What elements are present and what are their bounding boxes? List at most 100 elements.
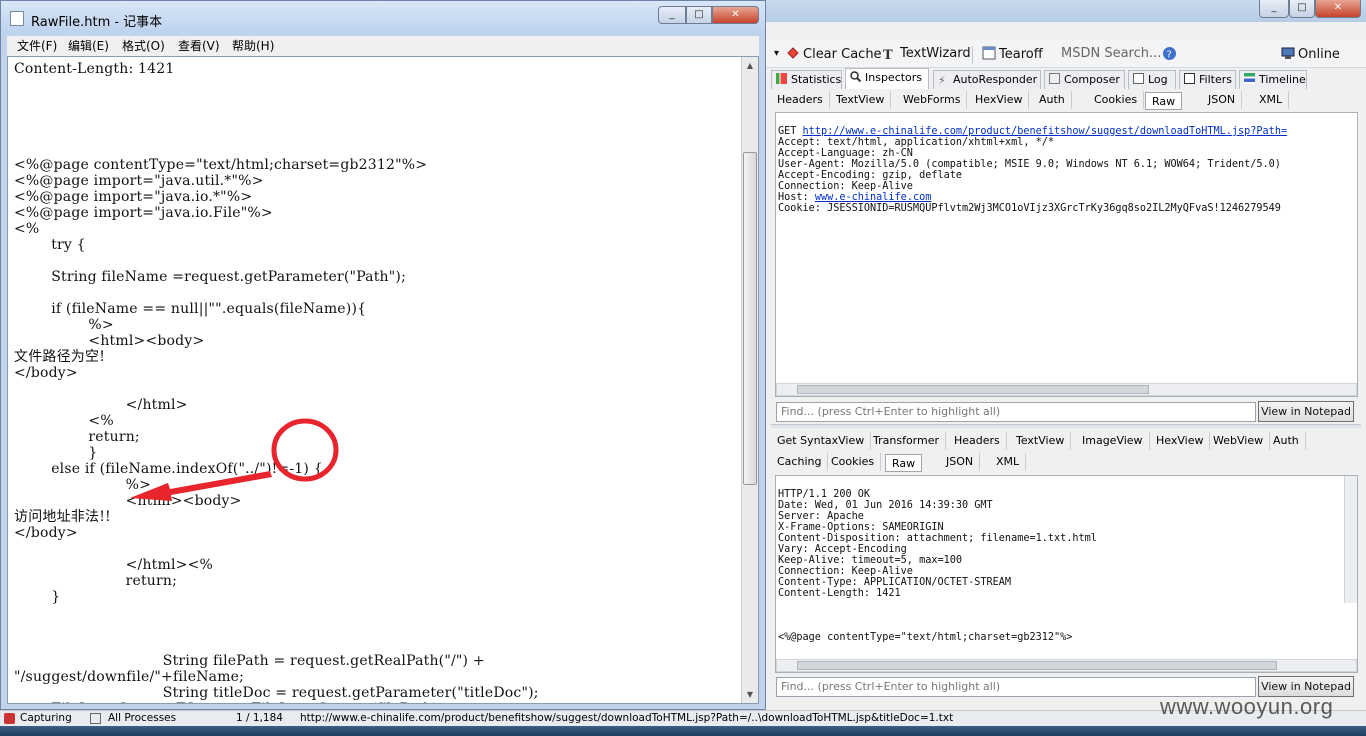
request-method: GET <box>778 126 803 137</box>
msdn-search-input[interactable]: MSDN Search... <box>1061 46 1161 64</box>
resp-tab-syntaxview[interactable]: Get SyntaxView <box>771 432 872 450</box>
tab-autoresponder[interactable]: ⚡ AutoResponder <box>933 70 1041 90</box>
resp-tab-imageview[interactable]: ImageView <box>1076 432 1150 450</box>
notepad-close-button[interactable]: ✕ <box>712 6 759 24</box>
request-find-input[interactable]: Find... (press Ctrl+Enter to highlight a… <box>776 402 1256 422</box>
tab-timeline[interactable]: Timeline <box>1239 70 1307 90</box>
capturing-icon[interactable] <box>4 713 15 724</box>
notepad-title: RawFile.htm - 记事本 <box>31 15 163 30</box>
resp-tab-caching[interactable]: Caching <box>771 453 829 471</box>
request-horizontal-scrollbar[interactable] <box>776 383 1357 396</box>
req-tab-webforms[interactable]: WebForms <box>897 91 968 109</box>
menu-format[interactable]: 格式(O) <box>122 39 165 53</box>
process-filter-icon <box>90 713 101 724</box>
online-indicator[interactable]: Online <box>1281 46 1340 64</box>
menu-edit[interactable]: 编辑(E) <box>68 39 109 53</box>
request-host-link[interactable]: www.e-chinalife.com <box>815 192 932 203</box>
tab-composer[interactable]: Composer <box>1044 70 1125 90</box>
req-tab-headers[interactable]: Headers <box>771 91 830 109</box>
req-tab-cookies[interactable]: Cookies <box>1088 91 1145 109</box>
request-header-line: Accept-Encoding: gzip, deflate <box>778 170 963 181</box>
req-tab-xml[interactable]: XML <box>1253 91 1290 109</box>
lightning-icon: ⚡ <box>938 74 946 87</box>
request-header-line: Accept: text/html, application/xhtml+xml… <box>778 137 1055 148</box>
tearoff-button[interactable]: Tearoff <box>982 46 1043 64</box>
resp-tab-raw[interactable]: Raw <box>885 454 923 472</box>
log-icon <box>1133 73 1144 84</box>
help-icon[interactable]: ? <box>1162 46 1177 64</box>
annotation-red-circle <box>271 418 339 482</box>
svg-text:?: ? <box>1167 50 1172 61</box>
session-count: 1 / 1,184 <box>236 712 283 724</box>
resp-tab-transformer[interactable]: Transformer <box>867 432 947 450</box>
textwizard-icon: T <box>883 48 893 63</box>
menu-view[interactable]: 查看(V) <box>178 39 220 53</box>
process-filter[interactable]: All Processes <box>108 711 176 726</box>
response-inspector-tabs-row1: Get SyntaxView Transformer Headers TextV… <box>771 430 1361 451</box>
request-host-label: Host: <box>778 192 815 203</box>
resp-tab-cookies[interactable]: Cookies <box>825 453 882 471</box>
capturing-status[interactable]: Capturing <box>20 711 72 726</box>
req-tab-auth[interactable]: Auth <box>1033 91 1072 109</box>
request-header-line: Accept-Language: zh-CN <box>778 148 913 159</box>
resp-tab-hexview[interactable]: HexView <box>1150 432 1211 450</box>
annotation-red-arrow <box>130 471 272 501</box>
clear-cache-button[interactable]: Clear Cache <box>786 46 882 64</box>
req-tab-raw[interactable]: Raw <box>1145 92 1183 110</box>
network-icon <box>1281 46 1295 60</box>
textwizard-button[interactable]: T TextWizard <box>883 46 971 64</box>
response-body-line: <%@page contentType="text/html;charset=g… <box>778 632 1073 643</box>
resp-tab-headers[interactable]: Headers <box>948 432 1007 450</box>
request-cookie-line: Cookie: JSESSIONID=RUSMQUPflvtm2Wj3MCO1o… <box>778 203 1281 214</box>
resp-tab-json[interactable]: JSON <box>940 453 981 471</box>
notepad-titlebar: RawFile.htm - 记事本 _ □ ✕ <box>1 1 765 34</box>
request-inspector-tabs: Headers TextView WebForms HexView Auth C… <box>771 89 1361 110</box>
request-url-link[interactable]: http://www.e-chinalife.com/product/benef… <box>803 126 1288 137</box>
toolbar-overflow-chevron-icon[interactable]: ▾ <box>774 46 779 64</box>
request-view-in-notepad-button[interactable]: View in Notepad <box>1258 401 1354 422</box>
fiddler-maximize-button[interactable]: □ <box>1289 0 1315 18</box>
request-scroll-thumb[interactable] <box>797 385 1149 394</box>
request-raw-pane[interactable]: GET http://www.e-chinalife.com/product/b… <box>775 112 1358 397</box>
response-horizontal-scrollbar[interactable] <box>776 659 1357 672</box>
fiddler-toolbar: ▾ Clear Cache T TextWizard Tearoff MSDN S… <box>765 40 1366 68</box>
notepad-menubar: 文件(F) 编辑(E) 格式(O) 查看(V) 帮助(H) <box>7 36 759 56</box>
tearoff-icon <box>982 46 996 60</box>
toolbar-separator <box>972 46 974 64</box>
timeline-icon <box>1244 73 1255 84</box>
main-tabs: Statistics Inspectors ⚡ AutoResponder Com… <box>771 68 1366 90</box>
fiddler-minimize-button[interactable]: _ <box>1259 0 1289 18</box>
filters-checkbox-icon <box>1184 73 1195 84</box>
notepad-app-icon <box>10 11 24 26</box>
notepad-editor[interactable]: Content-Length: 1421 <%@page contentType… <box>7 56 759 704</box>
req-tab-textview[interactable]: TextView <box>830 91 892 109</box>
watermark: www.wooyun.org <box>1160 694 1334 719</box>
clear-cache-icon <box>786 46 800 60</box>
windows-taskbar <box>0 726 1366 736</box>
response-vertical-scrollbar[interactable] <box>1344 476 1357 603</box>
resp-tab-xml[interactable]: XML <box>990 453 1027 471</box>
notepad-minimize-button[interactable]: _ <box>658 6 686 24</box>
tab-log[interactable]: Log <box>1128 70 1176 90</box>
menu-file[interactable]: 文件(F) <box>17 39 57 53</box>
resp-tab-auth[interactable]: Auth <box>1267 432 1306 450</box>
statistics-icon <box>776 73 787 84</box>
request-header-line: Connection: Keep-Alive <box>778 181 913 192</box>
tab-statistics[interactable]: Statistics <box>771 70 842 90</box>
resp-tab-textview[interactable]: TextView <box>1010 432 1072 450</box>
fiddler-close-button[interactable]: ✕ <box>1315 0 1361 18</box>
response-inspector-tabs-row2: Caching Cookies Raw JSON XML <box>771 451 1361 472</box>
req-tab-json[interactable]: JSON <box>1202 91 1243 109</box>
req-tab-hexview[interactable]: HexView <box>969 91 1030 109</box>
notepad-maximize-button[interactable]: □ <box>686 6 712 24</box>
response-raw-pane[interactable]: HTTP/1.1 200 OK Date: Wed, 01 Jun 2016 1… <box>775 475 1358 673</box>
response-scroll-thumb[interactable] <box>797 661 1277 670</box>
tab-filters[interactable]: Filters <box>1179 70 1236 90</box>
resp-tab-webview[interactable]: WebView <box>1207 432 1271 450</box>
menu-help[interactable]: 帮助(H) <box>232 39 274 53</box>
status-url: http://www.e-chinalife.com/product/benef… <box>300 712 954 724</box>
tab-inspectors[interactable]: Inspectors <box>845 68 929 90</box>
fiddler-titlebar: _ □ ✕ <box>765 0 1366 22</box>
response-headers: HTTP/1.1 200 OK Date: Wed, 01 Jun 2016 1… <box>778 489 1097 599</box>
splitter[interactable] <box>771 424 1361 428</box>
